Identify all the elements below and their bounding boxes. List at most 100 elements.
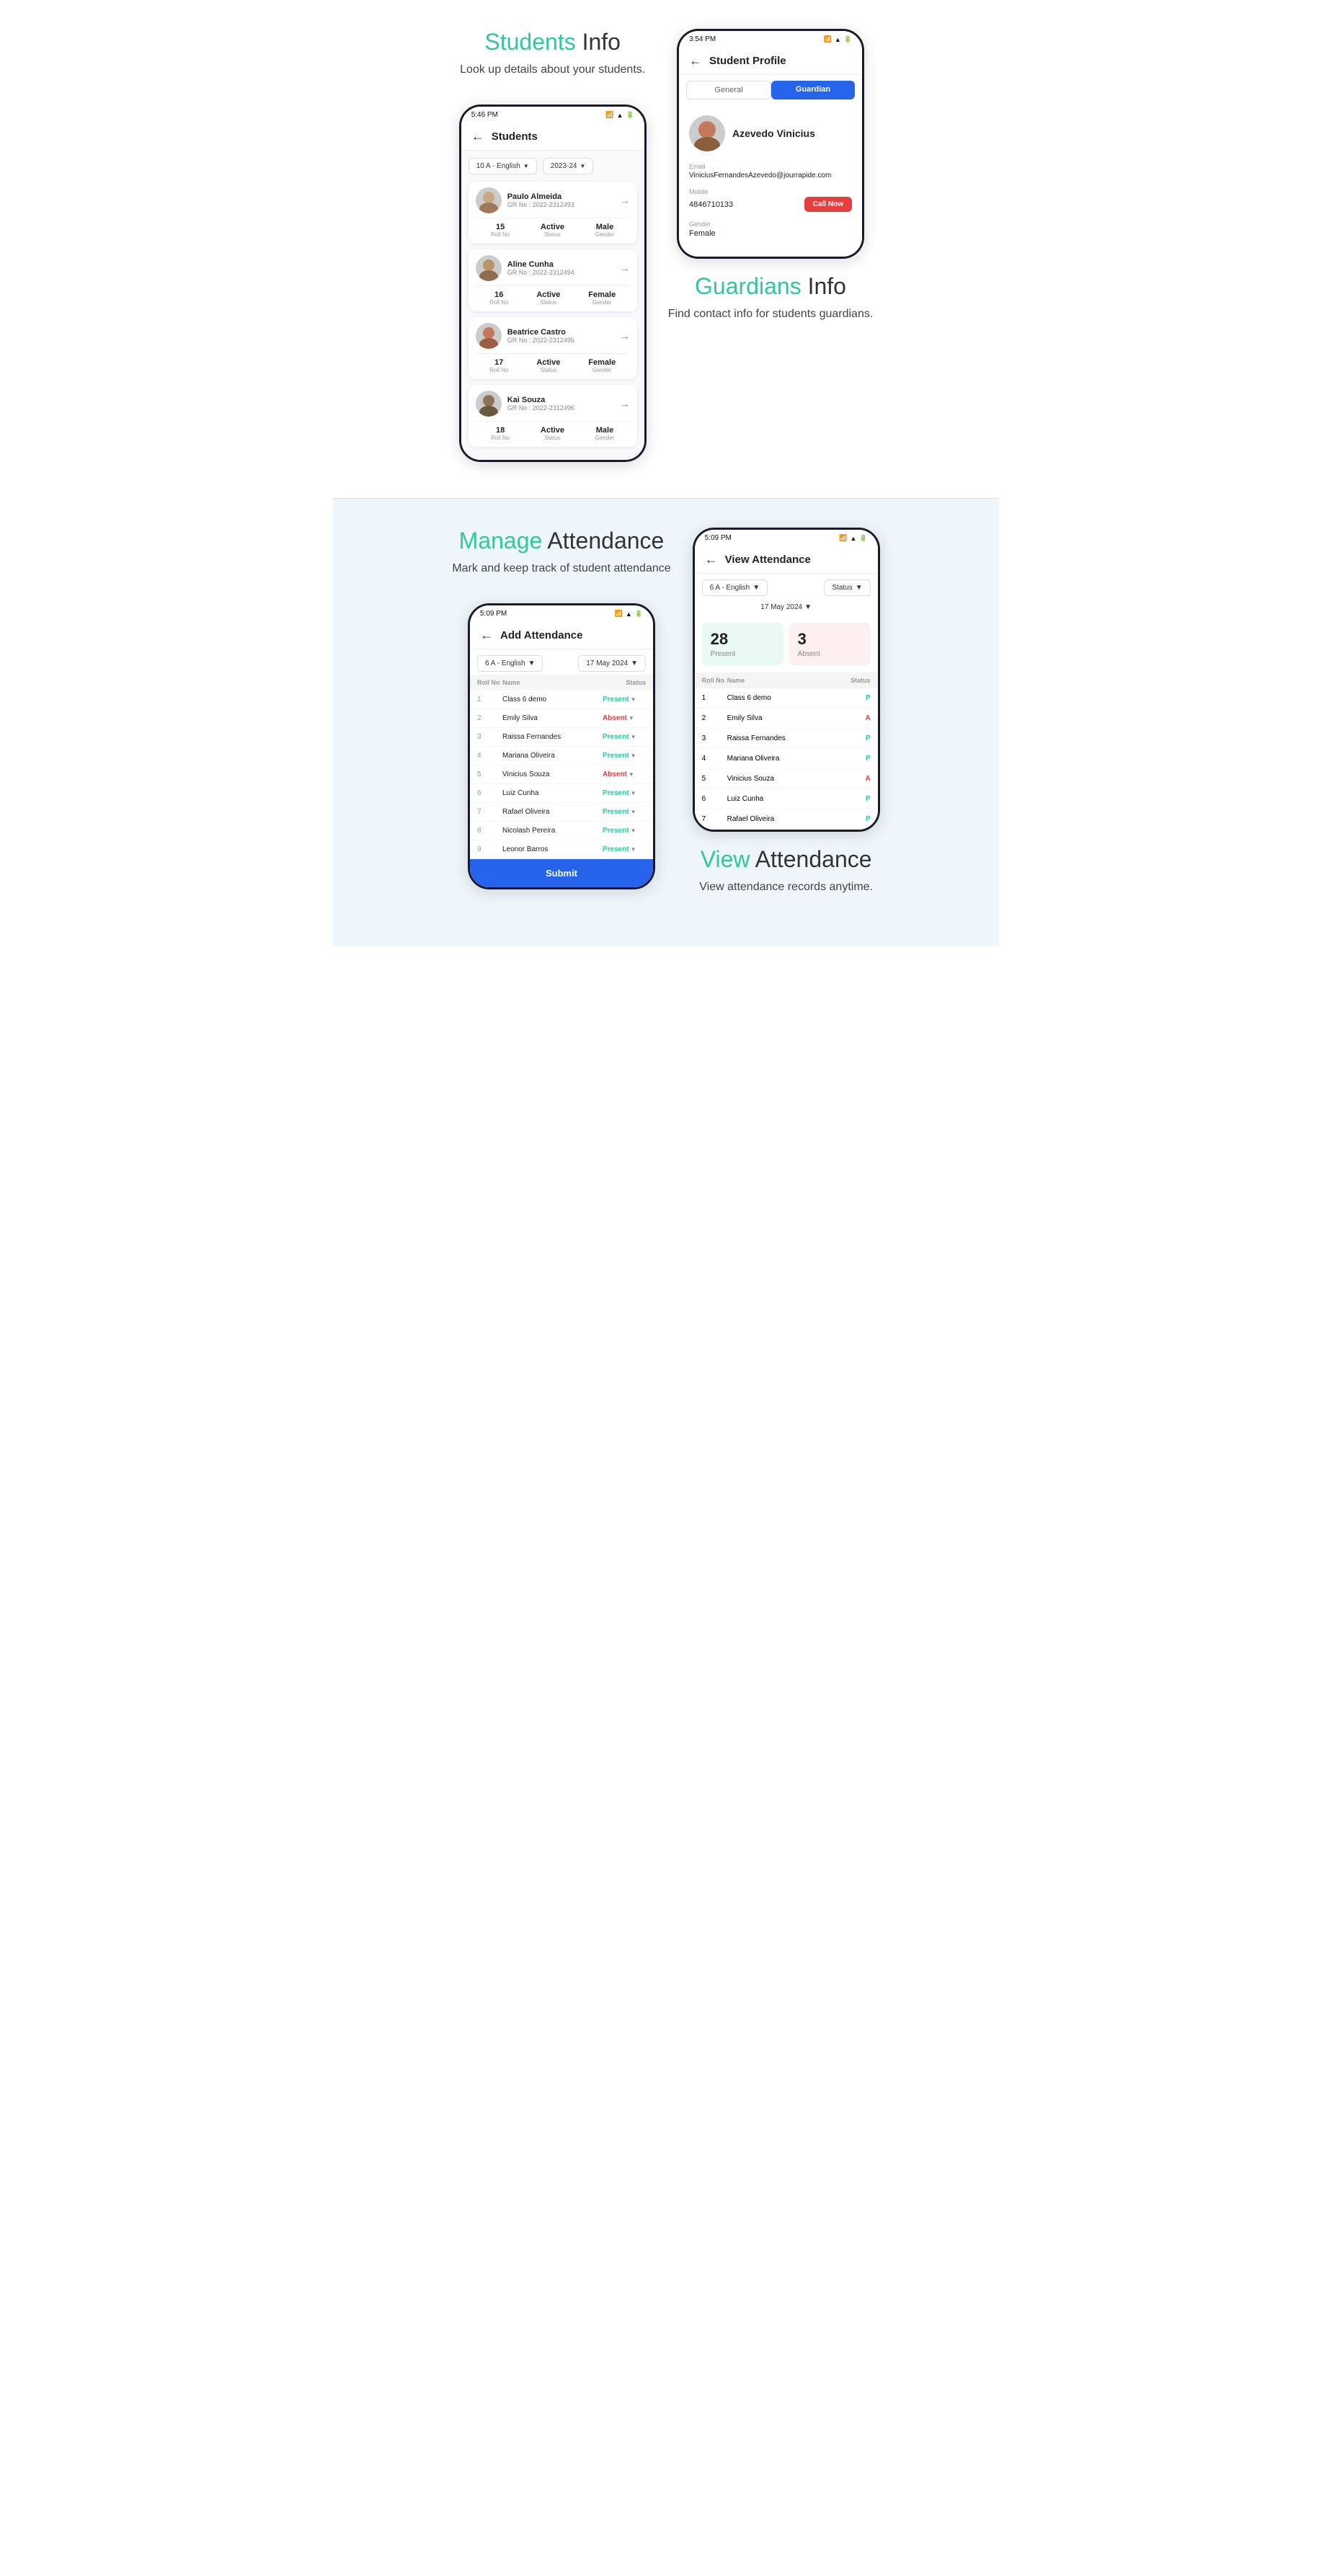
add-signal-icon: ▲ <box>626 610 632 618</box>
view-header-name: Name <box>727 677 827 684</box>
add-attendance-phone: 5:09 PM 📶 ▲ 🔋 ← Add Attendance 6 A <box>468 603 655 889</box>
profile-time: 3:54 PM <box>689 35 716 43</box>
student-arrow-2[interactable]: → <box>620 262 630 274</box>
guardians-title-rest: Info <box>802 273 846 299</box>
view-status-icons: 📶 ▲ 🔋 <box>839 534 867 542</box>
attendance-stats-row: 28 Present 3 Absent <box>695 616 878 672</box>
view-table-row: 4 Mariana Oliveira P <box>695 749 878 769</box>
table-row: 3 Raissa Fernandes Present ▼ <box>470 728 653 747</box>
student-avatar-1 <box>476 187 502 213</box>
students-status-bar: 5:46 PM 📶 ▲ 🔋 <box>461 107 644 123</box>
students-back-arrow[interactable]: ← <box>471 129 484 144</box>
view-class-filter[interactable]: 6 A - English ▼ <box>702 579 768 596</box>
student-gr-2: GR No : 2022-2312494 <box>507 269 574 276</box>
add-status-bar: 5:09 PM 📶 ▲ 🔋 <box>470 605 653 622</box>
student-gr-4: GR No : 2022-2312496 <box>507 404 574 412</box>
profile-signal-icon: ▲ <box>835 36 841 43</box>
table-row: 9 Leonor Barros Present ▼ <box>470 840 653 859</box>
view-wifi-icon: 📶 <box>839 534 847 542</box>
add-battery-icon: 🔋 <box>635 610 643 618</box>
view-table-row: 2 Emily Silva A <box>695 709 878 729</box>
profile-body: Azevedo Vinicius Email ViniciusFernandes… <box>679 105 862 257</box>
view-back-arrow[interactable]: ← <box>705 552 718 567</box>
add-date-filter[interactable]: 17 May 2024 ▼ <box>578 655 646 672</box>
profile-back-arrow[interactable]: ← <box>689 53 702 68</box>
student-avatar-4 <box>476 391 502 417</box>
guardians-title-green: Guardians <box>695 273 802 299</box>
student-name-3: Beatrice Castro <box>507 328 574 337</box>
present-card: 28 Present <box>702 623 783 665</box>
absent-label: Absent <box>798 650 862 658</box>
view-table-row: 1 Class 6 demo P <box>695 688 878 709</box>
call-now-button[interactable]: Call Now <box>804 197 852 212</box>
year-filter-arrow: ▼ <box>580 163 585 169</box>
add-class-arrow: ▼ <box>528 659 536 667</box>
student-arrow-4[interactable]: → <box>620 398 630 409</box>
add-time: 5:09 PM <box>480 610 507 618</box>
student-avatar-3 <box>476 323 502 349</box>
add-wifi-icon: 📶 <box>615 610 623 618</box>
year-filter[interactable]: 2023-24 ▼ <box>543 158 594 174</box>
gender-field: Gender Female <box>689 221 852 238</box>
email-field: Email ViniciusFernandesAzevedo@jourrapid… <box>689 163 852 179</box>
profile-status-bar: 3:54 PM 📶 ▲ 🔋 <box>679 31 862 48</box>
signal-icon: ▲ <box>617 112 623 119</box>
header-name: Name <box>502 679 603 686</box>
students-time: 5:46 PM <box>471 111 498 119</box>
student-arrow-3[interactable]: → <box>620 330 630 342</box>
students-body: 10 A - English ▼ 2023-24 ▼ <box>461 151 644 460</box>
class-filter[interactable]: 10 A - English ▼ <box>469 158 537 174</box>
students-header-title: Students <box>492 130 538 143</box>
view-section-title: View Attendance <box>699 846 873 873</box>
manage-title-rest: Attendance <box>542 528 664 554</box>
student-card-4: Kai Souza GR No : 2022-2312496 → 18Roll … <box>469 385 637 447</box>
wifi-icon: 📶 <box>605 111 613 119</box>
absent-card: 3 Absent <box>789 623 871 665</box>
add-back-arrow[interactable]: ← <box>480 628 493 643</box>
view-header: ← View Attendance <box>695 546 878 574</box>
tab-general[interactable]: General <box>686 81 771 99</box>
gender-value: Female <box>689 229 852 238</box>
guardians-section-title: Guardians Info <box>668 273 874 300</box>
view-table-row: 6 Luiz Cunha P <box>695 789 878 809</box>
students-filter-row: 10 A - English ▼ 2023-24 ▼ <box>469 158 637 174</box>
view-time: 5:09 PM <box>705 534 732 542</box>
table-row: 4 Mariana Oliveira Present ▼ <box>470 747 653 765</box>
manage-subtitle: Mark and keep track of student attendanc… <box>452 560 670 577</box>
view-header-status: Status <box>827 677 871 684</box>
view-class-arrow: ▼ <box>752 584 760 592</box>
student-gr-3: GR No : 2022-2312495 <box>507 337 574 344</box>
students-header: ← Students <box>461 123 644 151</box>
view-title-green: View <box>701 846 750 872</box>
view-status-filter[interactable]: Status ▼ <box>824 579 870 596</box>
add-class-filter[interactable]: 6 A - English ▼ <box>477 655 543 672</box>
student-gr-1: GR No : 2022-2312493 <box>507 201 574 208</box>
profile-tabs: General Guardian <box>679 75 862 105</box>
profile-status-icons: 📶 ▲ 🔋 <box>824 35 852 43</box>
add-date-arrow: ▼ <box>631 659 638 667</box>
submit-button[interactable]: Submit <box>470 859 653 887</box>
table-row: 5 Vinicius Souza Absent ▼ <box>470 765 653 784</box>
battery-icon: 🔋 <box>626 111 634 119</box>
table-row: 1 Class 6 demo Present ▼ <box>470 690 653 709</box>
view-table-header: Roll No Name Status <box>695 672 878 688</box>
tab-guardian[interactable]: Guardian <box>771 81 855 99</box>
status-icons: 📶 ▲ 🔋 <box>605 111 634 119</box>
view-header-title: View Attendance <box>725 554 811 566</box>
manage-title-green: Manage <box>459 528 543 554</box>
profile-phone: 3:54 PM 📶 ▲ 🔋 ← Student Profile General <box>677 29 864 259</box>
email-value: ViniciusFernandesAzevedo@jourrapide.com <box>689 172 852 179</box>
profile-header: ← Student Profile <box>679 48 862 75</box>
table-row: 8 Nicolash Pereira Present ▼ <box>470 822 653 840</box>
section-students: Students Info Look up details about your… <box>333 0 999 498</box>
student-card-3: Beatrice Castro GR No : 2022-2312495 → 1… <box>469 317 637 379</box>
present-label: Present <box>711 650 775 658</box>
student-arrow-1[interactable]: → <box>620 195 630 206</box>
students-subtitle: Look up details about your students. <box>460 61 645 79</box>
student-name-1: Paulo Almeida <box>507 192 574 201</box>
view-status-bar: 5:09 PM 📶 ▲ 🔋 <box>695 530 878 546</box>
table-row: 7 Rafael Oliveira Present ▼ <box>470 803 653 822</box>
add-status-icons: 📶 ▲ 🔋 <box>615 610 643 618</box>
profile-header-row: Azevedo Vinicius <box>689 115 852 151</box>
profile-avatar <box>689 115 725 151</box>
